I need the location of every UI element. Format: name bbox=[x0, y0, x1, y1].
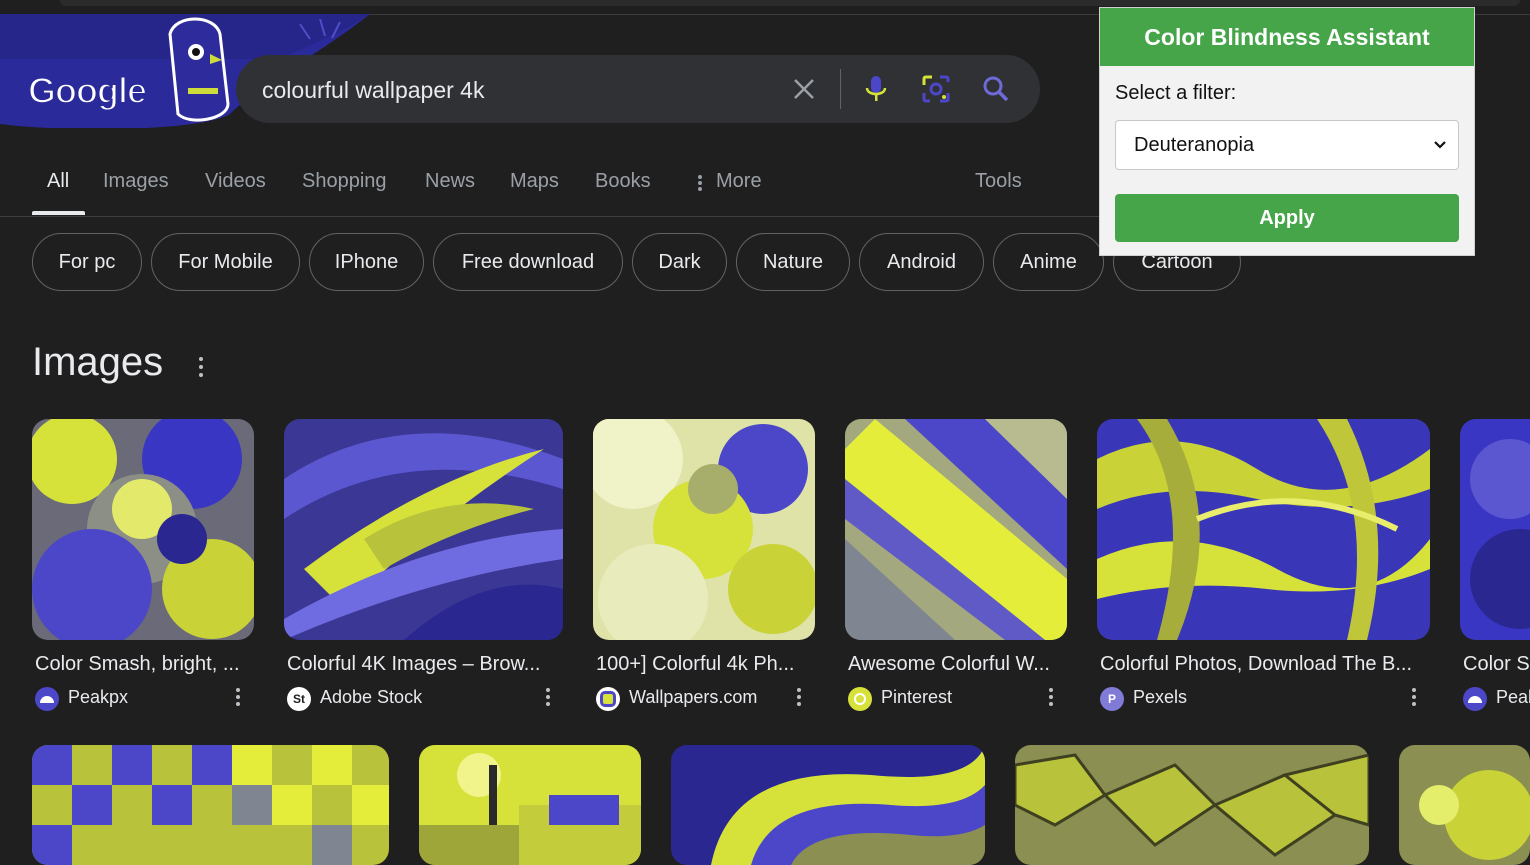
chip-nature[interactable]: Nature bbox=[736, 233, 850, 291]
color-blindness-extension-popup: Color Blindness Assistant Select a filte… bbox=[1099, 7, 1475, 256]
tab-images[interactable]: Images bbox=[103, 170, 169, 193]
lens-icon[interactable] bbox=[916, 69, 956, 109]
result-source[interactable]: Wallpapers.com bbox=[629, 687, 757, 708]
result-source[interactable]: Pinterest bbox=[881, 687, 952, 708]
result-menu-icon[interactable] bbox=[793, 687, 805, 709]
apply-button[interactable]: Apply bbox=[1115, 194, 1459, 242]
chip-android[interactable]: Android bbox=[859, 233, 984, 291]
result-title[interactable]: Colorful 4K Images – Brow... bbox=[287, 653, 559, 676]
image-result-11-thumbnail[interactable] bbox=[1399, 745, 1530, 865]
clear-icon[interactable] bbox=[784, 69, 824, 109]
result-menu-icon[interactable] bbox=[1408, 687, 1420, 709]
chip-anime[interactable]: Anime bbox=[993, 233, 1104, 291]
image-result-8-thumbnail[interactable] bbox=[419, 745, 641, 865]
chip-dark[interactable]: Dark bbox=[632, 233, 727, 291]
search-box[interactable]: colourful wallpaper 4k bbox=[236, 55, 1040, 123]
tab-news[interactable]: News bbox=[425, 170, 475, 193]
result-thumbnail[interactable] bbox=[593, 419, 815, 640]
result-source[interactable]: Adobe Stock bbox=[320, 687, 422, 708]
search-icon[interactable] bbox=[976, 69, 1016, 109]
result-thumbnail[interactable] bbox=[845, 419, 1067, 640]
filter-select-label: Select a filter: bbox=[1115, 82, 1237, 104]
tab-videos[interactable]: Videos bbox=[205, 170, 266, 193]
microphone-icon[interactable] bbox=[856, 69, 896, 109]
chip-iphone[interactable]: IPhone bbox=[309, 233, 424, 291]
result-menu-icon[interactable] bbox=[232, 687, 244, 709]
browser-tab-strip bbox=[60, 0, 1520, 6]
active-tab-indicator bbox=[32, 211, 85, 215]
image-result-9-thumbnail[interactable] bbox=[671, 745, 985, 865]
result-title[interactable]: Color Smash, bright, ... bbox=[35, 653, 250, 676]
result-thumbnail[interactable] bbox=[1460, 419, 1530, 640]
filter-select[interactable]: Deuteranopia bbox=[1115, 120, 1459, 170]
google-logo[interactable]: Google bbox=[27, 69, 148, 112]
chip-for-pc[interactable]: For pc bbox=[32, 233, 142, 291]
result-title[interactable]: Colorful Photos, Download The B... bbox=[1100, 653, 1426, 676]
image-result-10-thumbnail[interactable] bbox=[1015, 745, 1369, 865]
filter-select-value: Deuteranopia bbox=[1134, 133, 1255, 156]
chevron-down-icon bbox=[1434, 141, 1446, 149]
result-thumbnail[interactable] bbox=[32, 419, 254, 640]
result-menu-icon[interactable] bbox=[1045, 687, 1057, 709]
result-menu-icon[interactable] bbox=[542, 687, 554, 709]
images-section-menu-icon[interactable] bbox=[195, 355, 207, 379]
tab-tools[interactable]: Tools bbox=[975, 170, 1022, 193]
images-section-title: Images bbox=[32, 340, 164, 384]
search-input[interactable]: colourful wallpaper 4k bbox=[262, 77, 484, 104]
result-title[interactable]: Awesome Colorful W... bbox=[848, 653, 1063, 676]
chip-free-download[interactable]: Free download bbox=[433, 233, 623, 291]
search-divider bbox=[840, 69, 841, 109]
tab-books[interactable]: Books bbox=[595, 170, 651, 193]
result-source[interactable]: Peakpx bbox=[68, 687, 128, 708]
pexels-favicon-icon: P bbox=[1100, 687, 1124, 711]
tab-more[interactable]: More bbox=[716, 170, 762, 193]
wallpapers-favicon-icon bbox=[596, 687, 620, 711]
result-thumbnail[interactable] bbox=[284, 419, 563, 640]
result-source[interactable]: Peak bbox=[1496, 687, 1530, 708]
result-title[interactable]: 100+] Colorful 4k Ph... bbox=[596, 653, 811, 676]
adobe-stock-favicon-icon: St bbox=[287, 687, 311, 711]
tabs-divider bbox=[0, 216, 1100, 217]
image-result-6[interactable]: Color S Peak bbox=[1460, 419, 1530, 719]
result-source[interactable]: Pexels bbox=[1133, 687, 1187, 708]
peakpx-favicon-icon bbox=[35, 687, 59, 711]
chip-for-mobile[interactable]: For Mobile bbox=[151, 233, 300, 291]
tab-maps[interactable]: Maps bbox=[510, 170, 559, 193]
tab-all[interactable]: All bbox=[47, 170, 69, 193]
search-tabs: All Images Videos Shopping News Maps Boo… bbox=[0, 150, 1100, 216]
image-result-7-thumbnail[interactable] bbox=[32, 745, 389, 865]
result-title[interactable]: Color S bbox=[1463, 653, 1530, 676]
peakpx-favicon-icon bbox=[1463, 687, 1487, 711]
tab-shopping[interactable]: Shopping bbox=[302, 170, 387, 193]
more-vert-icon bbox=[698, 175, 702, 191]
result-thumbnail[interactable] bbox=[1097, 419, 1430, 640]
pinterest-favicon-icon bbox=[848, 687, 872, 711]
popup-title: Color Blindness Assistant bbox=[1100, 8, 1474, 66]
